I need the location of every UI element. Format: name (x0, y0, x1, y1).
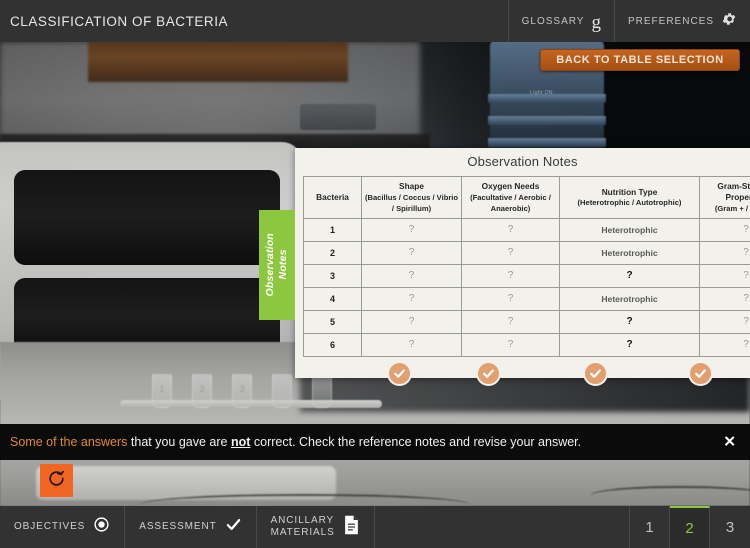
cell-nutrition[interactable]: ? (559, 332, 700, 357)
table-row: 5 ? ? ? ? (303, 309, 750, 334)
column-header-shape: Shape (Bacillus / Coccus / Vibrio / Spiri… (361, 176, 462, 219)
cell-shape[interactable]: ? (361, 240, 462, 265)
check-icon (589, 367, 602, 380)
cell-gram[interactable]: ? (699, 240, 750, 265)
cell-shape[interactable]: ? (361, 263, 462, 288)
cell-shape[interactable]: ? (361, 217, 462, 242)
cell-nutrition[interactable]: Heterotrophic (559, 286, 700, 311)
cell-gram[interactable]: ? (699, 309, 750, 334)
assessment-button[interactable]: ASSESSMENT (125, 506, 257, 548)
check-icon (393, 367, 406, 380)
cell-bacteria: 4 (303, 286, 362, 311)
bottom-navigation-bar: OBJECTIVES ASSESSMENT ANCILLARY MATERIALS (0, 506, 750, 548)
tube-label: 3 (239, 384, 245, 394)
cell-shape[interactable]: ? (361, 309, 462, 334)
cell-bacteria: 5 (303, 309, 362, 334)
back-to-table-selection-button[interactable]: BACK TO TABLE SELECTION (540, 49, 740, 71)
check-answers-row (295, 357, 750, 384)
cell-oxygen[interactable]: ? (461, 332, 560, 357)
observation-notes-tab-label: Observation Notes (263, 233, 289, 297)
notification-text-1: that you gave are (127, 435, 231, 449)
cell-oxygen[interactable]: ? (461, 263, 560, 288)
instrument-text: Light ON (530, 90, 553, 96)
cell-gram[interactable]: ? (699, 263, 750, 288)
bottom-bar-spacer (375, 506, 630, 548)
page-2-button[interactable]: 2 (670, 506, 710, 548)
check-oxygen-button[interactable] (478, 362, 500, 384)
cell-nutrition[interactable]: ? (559, 263, 700, 288)
cell-bacteria: 3 (303, 263, 362, 288)
panel-title: Observation Notes (467, 154, 578, 169)
cell-nutrition[interactable]: ? (559, 309, 700, 334)
document-icon (343, 515, 360, 540)
column-header-oxygen-needs: Oxygen Needs (Facultative / Aerobic / Ana… (461, 176, 560, 219)
cell-shape[interactable]: ? (361, 332, 462, 357)
check-gram-button[interactable] (689, 362, 711, 384)
cell-bacteria: 6 (303, 332, 362, 357)
ancillary-materials-button[interactable]: ANCILLARY MATERIALS (257, 506, 375, 548)
objectives-button[interactable]: OBJECTIVES (0, 506, 126, 548)
preferences-button[interactable]: PREFERENCES (613, 0, 750, 42)
page-title: CLASSIFICATION OF BACTERIA (10, 13, 229, 29)
glossary-button[interactable]: GLOSSARY g (507, 0, 614, 42)
column-header-gram-staining: Gram-Staining Properties(Gram + / Gram -… (699, 176, 750, 219)
ancillary-materials-label: ANCILLARY MATERIALS (270, 515, 335, 538)
table-header-row: Bacteria Shape (Bacillus / Coccus / Vibri… (303, 176, 750, 219)
cell-oxygen[interactable]: ? (461, 240, 560, 265)
notification-bar: Some of the answers that you gave are no… (0, 424, 750, 460)
table-row: 3 ? ? ? ? (303, 263, 750, 288)
top-header-bar: CLASSIFICATION OF BACTERIA GLOSSARY g PR… (0, 0, 750, 42)
tube-label: 1 (159, 384, 165, 394)
column-header-nutrition-type: Nutrition Type (Heterotrophic / Autotroph… (559, 176, 700, 219)
cabinet-decor (88, 42, 348, 82)
cell-bacteria: 1 (303, 217, 362, 242)
notification-text-2: correct. Check the reference notes and r… (250, 435, 582, 449)
cell-bacteria: 2 (303, 240, 362, 265)
tube-label: 2 (199, 384, 205, 394)
check-shape-button[interactable] (389, 362, 411, 384)
cell-gram[interactable]: ? (699, 217, 750, 242)
cell-oxygen[interactable]: ? (461, 309, 560, 334)
cell-nutrition[interactable]: Heterotrophic (559, 240, 700, 265)
cell-shape[interactable]: ? (361, 286, 462, 311)
cell-oxygen[interactable]: ? (461, 217, 560, 242)
check-nutrition-button[interactable] (585, 362, 607, 384)
notification-emphasis: not (230, 435, 251, 449)
reset-button[interactable] (40, 464, 73, 497)
column-header-bacteria: Bacteria (303, 176, 362, 219)
glossary-label: GLOSSARY (521, 15, 585, 27)
application-root: Light ON 1 2 3 Light ON CLASSIFICATION O… (0, 0, 750, 548)
preferences-label: PREFERENCES (627, 15, 714, 27)
check-icon (482, 367, 495, 380)
page-3-button[interactable]: 3 (710, 506, 750, 548)
table-row: 4 ? ? Heterotrophic ? (303, 286, 750, 311)
notification-message: Some of the answers that you gave are no… (0, 435, 581, 449)
assessment-label: ASSESSMENT (139, 521, 217, 533)
table-row: 1 ? ? Heterotrophic ? (303, 217, 750, 242)
observation-notes-panel: Observation Notes Bacteria Shape (Bacillu… (295, 148, 750, 384)
notification-highlight: Some of the answers (10, 435, 128, 449)
page-1-button[interactable]: 1 (630, 506, 670, 548)
observation-table: Bacteria Shape (Bacillus / Coccus / Vibri… (303, 176, 750, 357)
gear-icon (721, 11, 737, 32)
table-row: 6 ? ? ? ? (303, 332, 750, 357)
target-icon (93, 516, 110, 538)
close-icon[interactable]: ✕ (723, 435, 736, 450)
table-row: 2 ? ? Heterotrophic ? (303, 240, 750, 265)
check-icon (694, 367, 707, 380)
cell-oxygen[interactable]: ? (461, 286, 560, 311)
observation-notes-tab[interactable]: Observation Notes (259, 210, 295, 320)
objectives-label: OBJECTIVES (14, 521, 86, 533)
observation-table-body: 1 ? ? Heterotrophic ? 2 ? ? Heterotrophi… (303, 217, 750, 357)
cell-gram[interactable]: ? (699, 332, 750, 357)
check-icon (225, 517, 242, 537)
glossary-g-icon: g (591, 11, 601, 33)
cell-gram[interactable]: ? (699, 286, 750, 311)
reset-icon (47, 469, 66, 493)
cell-nutrition[interactable]: Heterotrophic (559, 217, 700, 242)
